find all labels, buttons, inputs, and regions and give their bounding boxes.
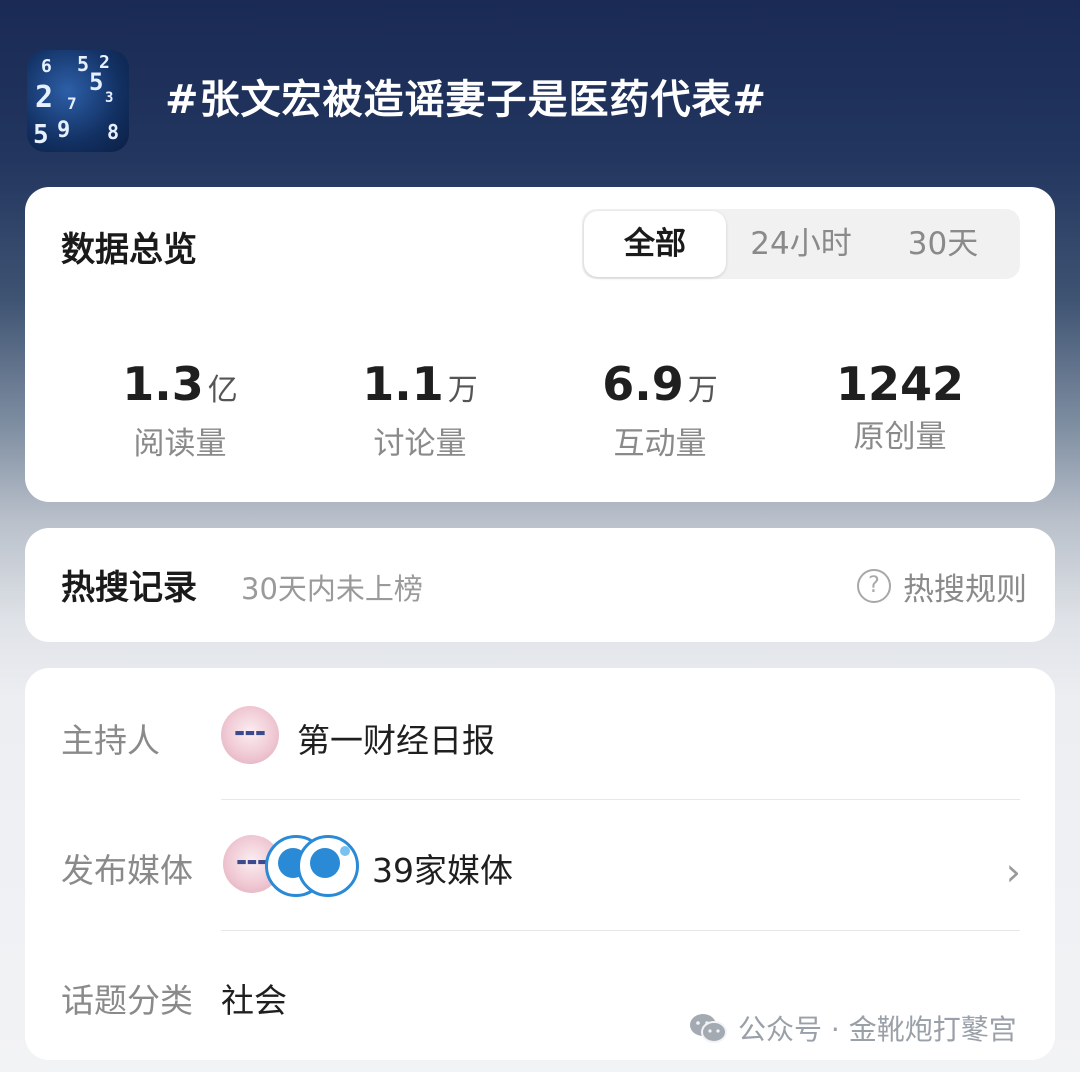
stat-originals: 1242 原创量	[780, 357, 1020, 459]
stat-value: 6.9 万	[540, 357, 780, 418]
hot-search-title: 热搜记录	[61, 568, 197, 608]
stat-value: 1242	[780, 357, 1020, 411]
overview-title: 数据总览	[61, 230, 197, 270]
wechat-icon	[690, 1014, 727, 1043]
topic-info-card: 主持人 ▬▬▬ 第一财经日报 发布媒体 ▬▬▬ 39家媒体 › 话题分类 社会	[25, 668, 1055, 1060]
host-name[interactable]: 第一财经日报	[297, 714, 495, 762]
stat-value: 1.3 亿	[60, 357, 300, 418]
media-count[interactable]: 39家媒体	[372, 844, 513, 892]
topic-cover-image: 6 5 2 5 2 7 3 5 9 8	[27, 50, 129, 152]
topic-title: #张文宏被造谣妻子是医药代表#	[165, 77, 768, 123]
data-overview-card: 数据总览 全部 24小时 30天 1.3 亿 阅读量 1.1 万 讨论量 6.9 万 …	[25, 187, 1055, 502]
stat-label: 互动量	[613, 426, 707, 462]
stat-value: 1.1 万	[300, 357, 540, 418]
stat-unit: 万	[687, 373, 718, 408]
wechat-watermark: 公众号 · 金靴炮打鼕宫	[688, 1008, 1017, 1048]
hot-search-rules-link[interactable]: ? 热搜规则	[857, 564, 1027, 608]
tab-all[interactable]: 全部	[584, 211, 726, 277]
stat-number: 1242	[835, 357, 965, 411]
host-label: 主持人	[61, 721, 160, 760]
stat-number: 6.9	[602, 357, 684, 411]
tab-30-days[interactable]: 30天	[872, 209, 1014, 279]
stat-discussions: 1.1 万 讨论量	[300, 357, 540, 466]
host-avatar[interactable]: ▬▬▬	[221, 706, 279, 764]
time-range-tabs: 全部 24小时 30天	[582, 209, 1020, 279]
stat-interactions: 6.9 万 互动量	[540, 357, 780, 466]
stat-label: 阅读量	[133, 426, 227, 462]
hot-search-card: 热搜记录 30天内未上榜 ? 热搜规则	[25, 528, 1055, 642]
media-logo-mark	[310, 848, 340, 878]
category-value: 社会	[221, 981, 287, 1020]
tab-24-hours[interactable]: 24小时	[728, 209, 874, 279]
stat-label: 讨论量	[373, 426, 467, 462]
media-avatar-3[interactable]	[297, 835, 359, 897]
hot-search-rules-label: 热搜规则	[903, 571, 1027, 608]
divider	[221, 799, 1020, 800]
watermark-text: 公众号 · 金靴炮打鼕宫	[738, 1013, 1017, 1046]
stat-reads: 1.3 亿 阅读量	[60, 357, 300, 466]
category-label: 话题分类	[61, 981, 193, 1020]
question-circle-icon: ?	[857, 569, 891, 603]
host-avatar-logo: ▬▬▬	[234, 726, 266, 739]
stat-unit: 万	[447, 373, 478, 408]
hot-search-status: 30天内未上榜	[241, 572, 423, 606]
chevron-right-icon[interactable]: ›	[1006, 850, 1021, 894]
divider	[221, 930, 1020, 931]
media-label: 发布媒体	[61, 851, 193, 890]
stat-number: 1.1	[362, 357, 444, 411]
media-logo-dot	[340, 846, 350, 856]
stat-number: 1.3	[122, 357, 204, 411]
stat-label: 原创量	[853, 419, 947, 455]
stat-unit: 亿	[207, 373, 238, 408]
